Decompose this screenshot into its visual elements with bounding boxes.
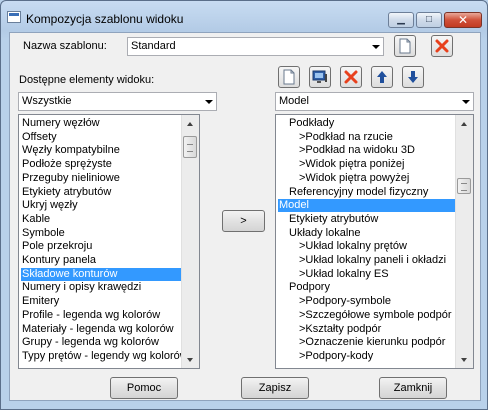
- list-item[interactable]: Etykiety atrybutów: [21, 186, 111, 199]
- minimize-icon: ▁: [397, 14, 405, 25]
- view-list-scrollbar[interactable]: [455, 115, 473, 368]
- list-item[interactable]: >Podkład na widoku 3D: [298, 144, 415, 157]
- list-item[interactable]: >Podpory-symbole: [298, 295, 391, 308]
- maximize-button[interactable]: □: [416, 12, 442, 28]
- window-title: Kompozycja szablonu widoku: [26, 12, 184, 26]
- scroll-thumb[interactable]: [457, 178, 471, 194]
- chevron-down-icon: [462, 100, 470, 104]
- arrow-up-icon: [377, 71, 387, 83]
- list-item[interactable]: Numery węzłów: [21, 117, 100, 130]
- delete-icon: [435, 39, 449, 53]
- scroll-down-button[interactable]: [182, 351, 199, 368]
- list-item[interactable]: Profile - legenda wg kolorów: [21, 309, 160, 322]
- list-item[interactable]: Podkłady: [288, 117, 334, 130]
- add-to-view-button[interactable]: >: [222, 210, 265, 232]
- list-item[interactable]: Referencyjny model fizyczny: [288, 186, 428, 199]
- new-document-icon: [283, 69, 295, 85]
- new-document-icon: [399, 38, 411, 54]
- available-filter-value: Wszystkie: [22, 95, 72, 107]
- list-item[interactable]: >Widok piętra powyżej: [298, 172, 409, 185]
- list-item[interactable]: Ukryj węzły: [21, 199, 78, 212]
- new-template-button[interactable]: [394, 35, 416, 57]
- move-down-button[interactable]: [402, 66, 424, 88]
- scroll-thumb[interactable]: [183, 136, 197, 158]
- list-item[interactable]: >Układ lokalny prętów: [298, 240, 407, 253]
- view-filter-value: Model: [279, 95, 309, 107]
- help-button[interactable]: Pomoc: [110, 377, 178, 399]
- list-item[interactable]: Przeguby nieliniowe: [21, 172, 120, 185]
- delete-icon: [344, 70, 358, 84]
- arrow-down-icon: [461, 358, 467, 362]
- list-item[interactable]: >Układ lokalny ES: [298, 268, 389, 281]
- list-item[interactable]: Węzły kompatybilne: [21, 144, 120, 157]
- list-item[interactable]: Pole przekroju: [21, 240, 92, 253]
- scroll-up-button[interactable]: [456, 115, 473, 132]
- chevron-down-icon: [372, 45, 380, 49]
- available-list-scrollbar[interactable]: [181, 115, 199, 368]
- list-item[interactable]: >Szczegółowe symbole podpór: [298, 309, 452, 322]
- list-item[interactable]: Model: [278, 199, 456, 213]
- close-icon: ✕: [457, 13, 469, 27]
- scroll-up-button[interactable]: [182, 115, 199, 132]
- list-item[interactable]: Emitery: [21, 295, 59, 308]
- list-item[interactable]: >Układ lokalny paneli i okładzi: [298, 254, 446, 267]
- list-item[interactable]: Offsety: [21, 131, 57, 144]
- list-item[interactable]: Etykiety atrybutów: [288, 213, 378, 226]
- list-item[interactable]: >Podpory-kody: [298, 350, 373, 363]
- close-button[interactable]: Zamknij: [379, 377, 447, 399]
- new-item-button[interactable]: [278, 66, 300, 88]
- close-window-button[interactable]: ✕: [444, 12, 482, 28]
- dialog-client: Nazwa szablonu: Standard Dostępne elemen…: [9, 32, 481, 401]
- minimize-button[interactable]: ▁: [388, 12, 414, 28]
- arrow-down-icon: [408, 71, 418, 83]
- available-elements-label: Dostępne elementy widoku:: [19, 74, 155, 86]
- list-item[interactable]: >Podkład na rzucie: [298, 131, 393, 144]
- available-elements-list[interactable]: Numery węzłów Offsety Węzły kompatybilne Po…: [18, 114, 200, 369]
- list-item[interactable]: >Oznaczenie kierunku podpór: [298, 336, 445, 349]
- list-item[interactable]: >Kształty podpór: [298, 323, 381, 336]
- scroll-down-button[interactable]: [456, 351, 473, 368]
- template-name-label: Nazwa szablonu:: [23, 40, 107, 52]
- maximize-icon: □: [425, 14, 433, 25]
- monitor-icon: [312, 70, 327, 83]
- list-item[interactable]: Podpory: [288, 281, 330, 294]
- view-settings-button[interactable]: [309, 66, 331, 88]
- title-bar[interactable]: Kompozycja szablonu widoku ▁ □ ✕: [1, 1, 487, 31]
- list-item[interactable]: Kontury panela: [21, 254, 96, 267]
- arrow-up-icon: [461, 122, 467, 126]
- arrow-down-icon: [187, 358, 193, 362]
- list-item[interactable]: Symbole: [21, 227, 65, 240]
- chevron-down-icon: [205, 100, 213, 104]
- available-filter-combo[interactable]: Wszystkie: [18, 92, 217, 111]
- list-item[interactable]: Kable: [21, 213, 50, 226]
- list-item[interactable]: Numery i opisy krawędzi: [21, 281, 141, 294]
- list-item[interactable]: Składowe konturów: [21, 267, 182, 281]
- move-up-button[interactable]: [371, 66, 393, 88]
- delete-template-button[interactable]: [431, 35, 453, 57]
- save-button[interactable]: Zapisz: [241, 377, 309, 399]
- remove-item-button[interactable]: [340, 66, 362, 88]
- list-item[interactable]: Typy prętów - legendy wg kolorów: [21, 350, 188, 363]
- window-icon: [7, 11, 21, 23]
- list-item[interactable]: >Widok piętra poniżej: [298, 158, 404, 171]
- dialog-window: Kompozycja szablonu widoku ▁ □ ✕ Nazwa s…: [0, 0, 488, 410]
- arrow-up-icon: [187, 122, 193, 126]
- template-name-value: Standard: [131, 40, 176, 52]
- list-item[interactable]: Układy lokalne: [288, 227, 361, 240]
- view-filter-combo[interactable]: Model: [275, 92, 474, 111]
- list-item[interactable]: Grupy - legenda wg kolorów: [21, 336, 159, 349]
- view-elements-list[interactable]: Podkłady >Podkład na rzucie >Podkład na wi…: [275, 114, 474, 369]
- list-item[interactable]: Podłoże sprężyste: [21, 158, 112, 171]
- list-item[interactable]: Materiały - legenda wg kolorów: [21, 323, 174, 336]
- template-name-combo[interactable]: Standard: [127, 37, 384, 56]
